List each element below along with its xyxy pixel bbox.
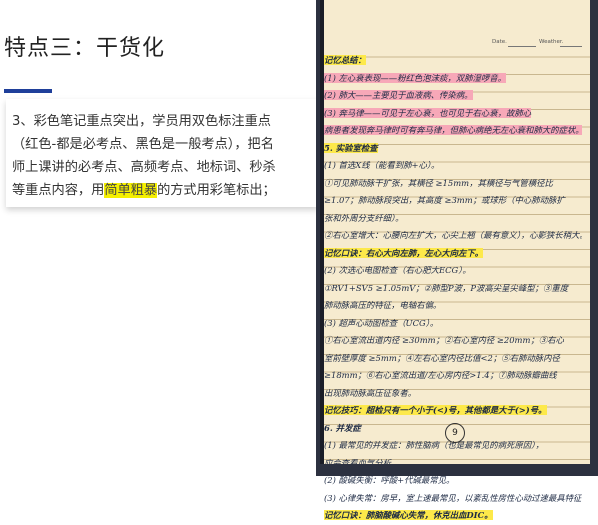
note-line: 记忆技巧：超检只有一个小于(<)号，其他都是大于(>)号。	[324, 405, 547, 415]
note-line: 肺动脉高压的特征，电轴右偏。	[324, 300, 442, 310]
note-line: (1) 首选X线（能看到肺+心）。	[324, 160, 440, 170]
note-line: 出现肺动脉高压征象者。	[324, 387, 417, 398]
desc-line-1: 3、彩色笔记重点突出，学员用双色标注重点	[12, 114, 271, 129]
note-line: 记忆口诀：肺脑酸碱心失常，休克出血DIC。	[324, 510, 493, 520]
photo-bottom-edge	[316, 464, 598, 476]
title-underline	[4, 89, 52, 93]
note-line: ②右心室增大：心腰向左扩大，心尖上翘（最有意义），心影狭长稍大。	[324, 230, 582, 240]
notebook-photo: Date. Weather. 记忆总结： (1) 左心衰表现——粉红色泡沫痰，双…	[316, 0, 598, 520]
highlighted-phrase: 简单粗暴	[104, 183, 158, 198]
note-line: 5. 实验室检查	[324, 142, 378, 153]
note-line: (3) 奔马律——可见于左心衰，也可见于右心衰，故肺心	[324, 107, 532, 118]
desc-line-4a: 等重点内容，用	[12, 183, 105, 198]
notebook-lines: 记忆总结： (1) 左心衰表现——粉红色泡沫痰，双肺湿啰音。 (2) 肺大——主…	[324, 52, 582, 525]
note-line: 室前壁厚度 ≥5mm；④左右心室内径比值<2；⑤右肺动脉内径	[324, 352, 560, 363]
note-line: 记忆口诀：右心大向左肺，左心大向左下。	[324, 247, 484, 258]
note-line: ①右心室流出道内径 ≥30mm；②右心室内径 ≥20mm；③右心	[324, 335, 564, 345]
page-number: 9	[445, 423, 465, 443]
note-line: ①RV1+SV5 ≥1.05mV；②肺型P波，P波高尖呈尖峰型；③重度	[324, 282, 569, 293]
note-line: (2) 次选心电图检查（右心肥大ECG）。	[324, 265, 471, 275]
desc-line-2: （红色-都是必考点、黑色是一般考点），把名	[12, 137, 274, 152]
slide-panel: 特点三：干货化 3、彩色笔记重点突出，学员用双色标注重点 （红色-都是必考点、黑…	[0, 0, 318, 476]
note-line: (1) 左心衰表现——粉红色泡沫痰，双肺湿啰音。	[324, 72, 507, 83]
date-label: Date.	[492, 39, 507, 45]
description-text: 3、彩色笔记重点突出，学员用双色标注重点 （红色-都是必考点、黑色是一般考点），…	[12, 110, 318, 202]
weather-line	[560, 46, 582, 47]
note-line: 病患者发现奔马律时可有奔马律，但肺心病绝无左心衰和肺大的症状。	[324, 125, 582, 135]
note-line: 张和外周分支纤细）。	[324, 212, 404, 223]
note-line: 记忆总结：	[324, 55, 366, 65]
desc-line-4b: 的方式用彩笔标出；	[157, 183, 276, 198]
note-line: (3) 超声心动图检查（UCG）。	[324, 317, 439, 328]
weather-label: Weather.	[539, 39, 564, 45]
slide-title: 特点三：干货化	[4, 36, 166, 61]
desc-line-3: 师上课讲的必考点、高频考点、地标词、秒杀	[12, 160, 276, 175]
note-line: ≥18mm；⑥右心室流出道/左心房内径>1.4；⑦肺动脉瓣曲线	[324, 370, 557, 380]
note-line: ≥1.07；肺动脉段突出，其高度 ≥3mm；或球形（中心肺动脉扩	[324, 195, 565, 205]
note-line: (2) 肺大——主要见于血液病、传染病。	[324, 90, 473, 100]
note-line: ①可见肺动脉干扩张，其横径 ≥15mm，其横径与气管横径比	[324, 177, 553, 188]
page-header	[320, 0, 590, 40]
date-line	[508, 46, 536, 47]
note-line: (3) 心律失常：房早，室上速最常见，以紊乱性房性心动过速最具特征性。	[324, 492, 582, 503]
